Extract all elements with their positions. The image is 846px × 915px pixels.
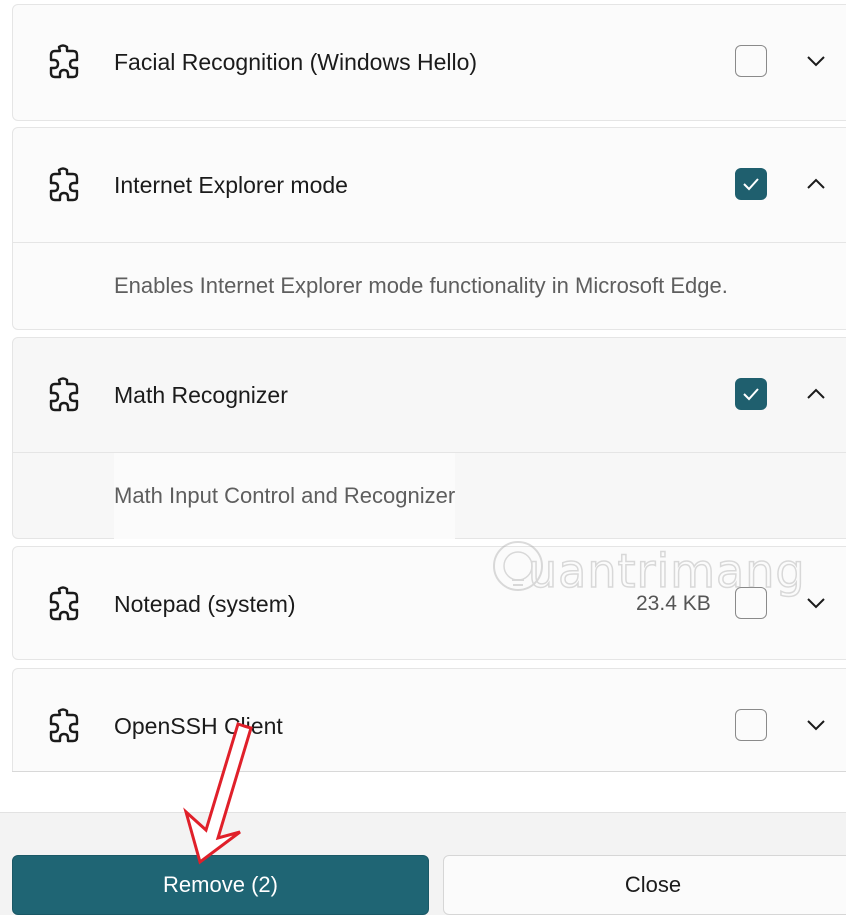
checkmark-icon <box>743 178 759 191</box>
chevron-down-icon[interactable] <box>803 50 829 72</box>
chevron-down-icon[interactable] <box>803 714 829 736</box>
puzzle-icon <box>49 377 79 412</box>
feature-row-math-recognizer[interactable]: Math Recognizer <box>13 338 846 452</box>
chevron-up-icon[interactable] <box>803 383 829 405</box>
feature-row-openssh-client[interactable]: OpenSSH Client <box>13 669 846 783</box>
close-button[interactable]: Close <box>443 855 846 915</box>
remove-button[interactable]: Remove (2) <box>12 855 429 915</box>
chevron-up-icon[interactable] <box>803 173 829 195</box>
feature-name: Internet Explorer mode <box>114 172 348 198</box>
feature-checkbox[interactable] <box>735 168 767 200</box>
feature-card-notepad: Notepad (system) 23.4 KB <box>12 546 846 660</box>
feature-card-internet-explorer-mode: Internet Explorer mode Enables Internet … <box>12 127 846 330</box>
puzzle-icon <box>49 586 79 621</box>
feature-name: Math Recognizer <box>114 382 288 408</box>
feature-card-openssh-client: OpenSSH Client <box>12 668 846 772</box>
checkmark-icon <box>743 388 759 401</box>
dialog-footer: Remove (2) Close <box>0 812 846 915</box>
feature-name: OpenSSH Client <box>114 713 283 739</box>
list-bottom-divider <box>12 771 846 772</box>
feature-row-facial-recognition[interactable]: Facial Recognition (Windows Hello) <box>13 5 846 119</box>
feature-checkbox[interactable] <box>735 709 767 741</box>
feature-description: Enables Internet Explorer mode functiona… <box>114 273 728 298</box>
puzzle-icon <box>49 167 79 202</box>
puzzle-icon <box>49 708 79 743</box>
feature-row-notepad[interactable]: Notepad (system) 23.4 KB <box>13 547 846 661</box>
chevron-down-icon[interactable] <box>803 592 829 614</box>
feature-name: Facial Recognition (Windows Hello) <box>114 49 478 75</box>
feature-checkbox[interactable] <box>735 587 767 619</box>
feature-size: 23.4 KB <box>636 592 711 615</box>
feature-card-math-recognizer: Math Recognizer Math Input Control and R… <box>12 337 846 539</box>
feature-checkbox[interactable] <box>735 45 767 77</box>
feature-card-facial-recognition: Facial Recognition (Windows Hello) <box>12 4 846 121</box>
feature-description: Math Input Control and Recognizer <box>114 453 456 539</box>
puzzle-icon <box>49 44 79 79</box>
feature-row-internet-explorer-mode[interactable]: Internet Explorer mode <box>13 128 846 242</box>
feature-name: Notepad (system) <box>114 591 296 617</box>
optional-features-list: Facial Recognition (Windows Hello) Inter… <box>0 0 846 812</box>
feature-checkbox[interactable] <box>735 378 767 410</box>
